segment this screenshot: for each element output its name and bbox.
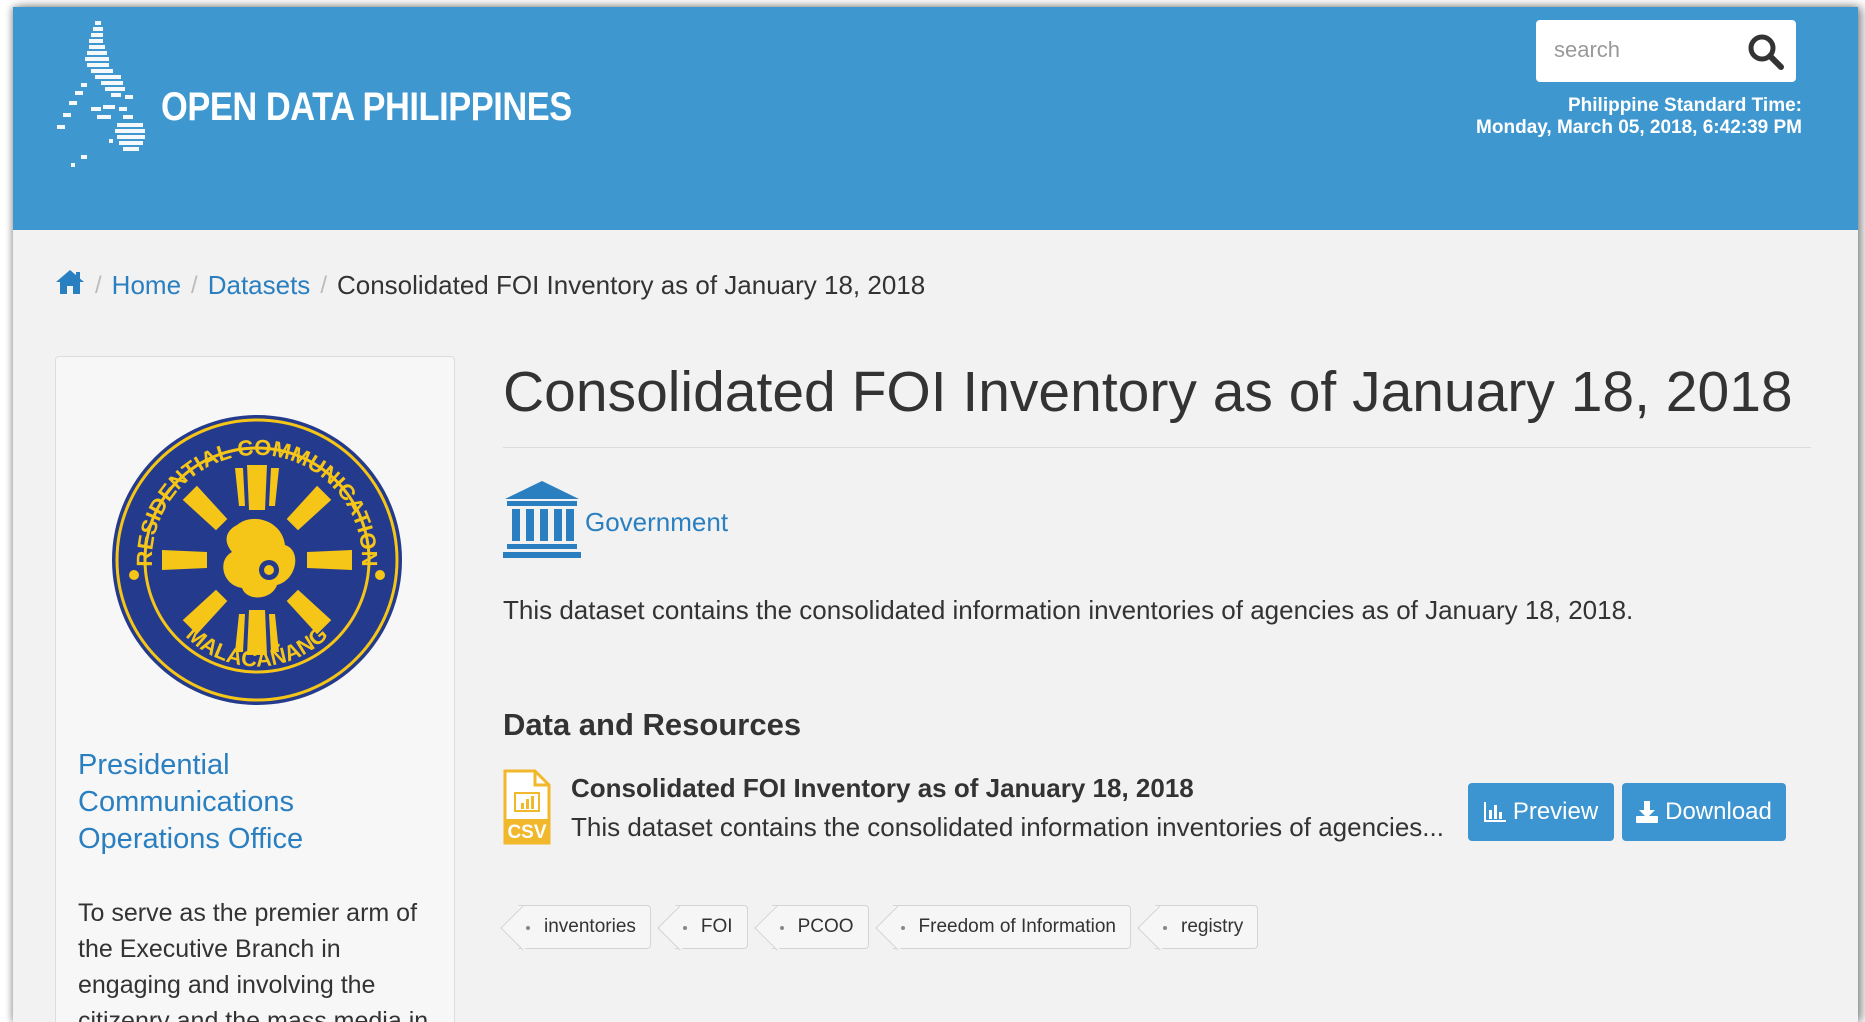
tag-foi[interactable]: FOI — [674, 905, 748, 949]
tag-pcoo[interactable]: PCOO — [771, 905, 869, 949]
government-building-icon[interactable] — [503, 479, 581, 564]
download-button[interactable]: Download — [1622, 783, 1786, 841]
tag-label: inventories — [544, 916, 636, 937]
breadcrumb-datasets[interactable]: Datasets — [208, 270, 311, 301]
breadcrumb-home[interactable]: Home — [112, 270, 181, 301]
page-title: Consolidated FOI Inventory as of January… — [503, 360, 1793, 424]
breadcrumb-separator: / — [320, 271, 327, 299]
group-link-government[interactable]: Government — [585, 507, 728, 538]
tag-list: inventories FOI PCOO Freedom of Informat… — [518, 905, 1282, 949]
tag-label: FOI — [700, 916, 733, 937]
csv-format-label: CSV — [507, 822, 546, 843]
tag-label: registry — [1181, 916, 1244, 937]
breadcrumb-separator: / — [95, 271, 102, 299]
tag-label: Freedom of Information — [918, 916, 1116, 937]
search-icon[interactable] — [1746, 32, 1786, 72]
philippines-map-icon[interactable] — [51, 21, 156, 176]
dataset-description: This dataset contains the consolidated i… — [503, 595, 1634, 625]
download-icon — [1636, 801, 1659, 823]
site-title[interactable]: OPEN DATA PHILIPPINES — [161, 85, 572, 130]
organization-description: To serve as the premier arm of the Execu… — [78, 899, 429, 1022]
pst-value: Monday, March 05, 2018, 6:42:39 PM — [1476, 117, 1802, 138]
home-icon[interactable] — [55, 269, 85, 302]
organization-name[interactable]: Presidential Communications Operations O… — [78, 747, 438, 858]
preview-label: Preview — [1512, 798, 1599, 825]
preview-button[interactable]: Preview — [1468, 783, 1614, 841]
organization-card: PRESIDENTIAL COMMUNICATIONS MALACAÑANG — [55, 356, 455, 1022]
search-box — [1536, 20, 1796, 82]
resource-description: This dataset contains the consolidated i… — [571, 812, 1444, 842]
breadcrumb-separator: / — [191, 271, 198, 299]
title-divider — [503, 447, 1811, 448]
csv-file-icon[interactable]: CSV — [503, 769, 551, 850]
search-input[interactable] — [1538, 22, 1728, 78]
bar-chart-icon — [1483, 802, 1506, 822]
philippine-standard-time: Philippine Standard Time: Monday, March … — [1476, 95, 1802, 139]
download-label: Download — [1665, 798, 1772, 825]
browser-page: OPEN DATA PHILIPPINES Philippine Standar… — [13, 7, 1858, 1022]
resource-title[interactable]: Consolidated FOI Inventory as of January… — [571, 773, 1194, 804]
resources-heading: Data and Resources — [503, 707, 802, 742]
pst-label: Philippine Standard Time: — [1567, 95, 1802, 116]
breadcrumb: / Home / Datasets / Consolidated FOI Inv… — [55, 269, 925, 302]
tag-registry[interactable]: registry — [1155, 905, 1259, 949]
breadcrumb-current: Consolidated FOI Inventory as of January… — [336, 270, 926, 300]
pcoo-seal-logo[interactable]: PRESIDENTIAL COMMUNICATIONS MALACAÑANG — [105, 375, 402, 730]
tag-inventories[interactable]: inventories — [518, 905, 651, 949]
site-header: OPEN DATA PHILIPPINES Philippine Standar… — [13, 7, 1858, 230]
tag-label: PCOO — [797, 916, 854, 937]
tag-freedom-of-information[interactable]: Freedom of Information — [892, 905, 1131, 949]
